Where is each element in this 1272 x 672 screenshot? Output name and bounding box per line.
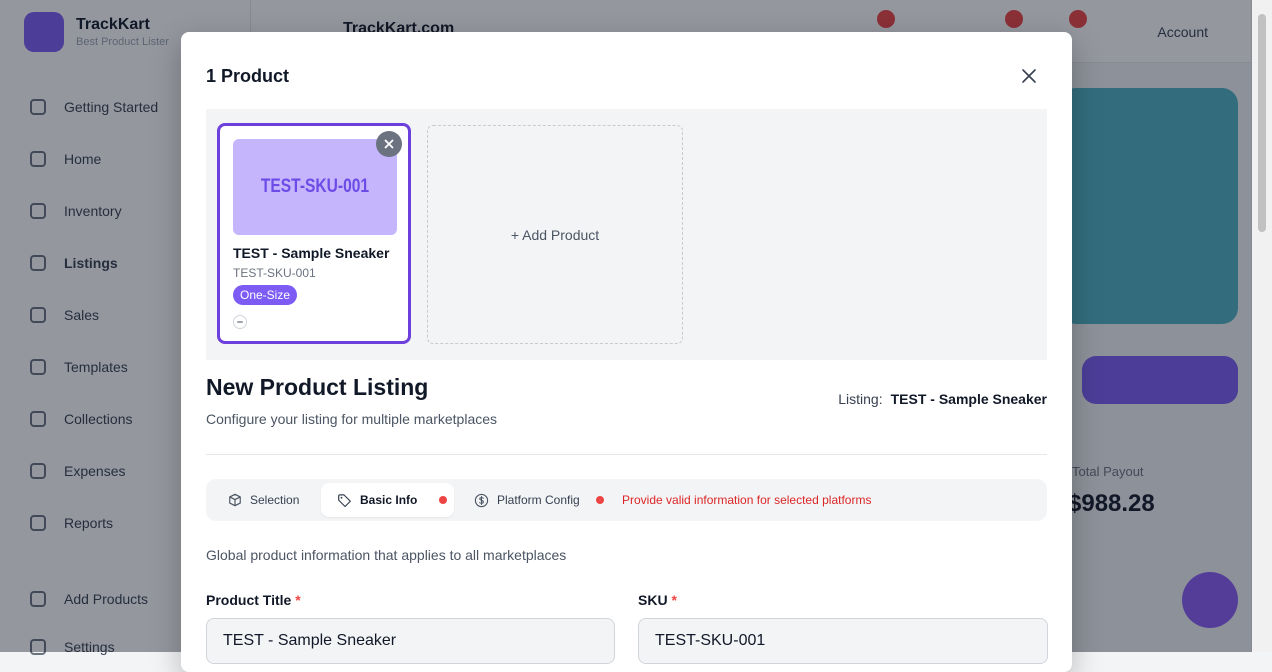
required-mark: *: [671, 592, 677, 608]
platform-logo-icon: [233, 315, 247, 329]
close-icon: [1022, 69, 1036, 83]
divider: [206, 454, 1047, 455]
section-description: Global product information that applies …: [206, 547, 567, 563]
tab-label: Basic Info: [360, 493, 418, 507]
product-thumbnail-text: TEST-SKU-001: [260, 176, 370, 197]
page-scrollbar[interactable]: [1251, 0, 1272, 652]
product-listing-modal: 1 Product TEST-SKU-001 TEST - Sample Sne…: [181, 32, 1072, 672]
listing-name-value: TEST - Sample Sneaker: [890, 391, 1047, 407]
tab-label: Selection: [250, 493, 300, 507]
listing-tabs: Selection Basic Info Platform Config Pro…: [206, 479, 1047, 521]
tab-error-dot: [595, 496, 604, 504]
size-badge: One-Size: [233, 285, 298, 305]
tab-error-message: Provide valid information for selected p…: [622, 493, 872, 507]
product-thumbnail: TEST-SKU-001: [233, 139, 397, 235]
product-title-input[interactable]: [206, 618, 615, 664]
tab-platform-config[interactable]: Platform Config: [474, 483, 604, 517]
sku-label-text: SKU: [638, 592, 668, 608]
close-icon: [384, 139, 394, 149]
required-mark: *: [295, 592, 301, 608]
listing-subheading: Configure your listing for multiple mark…: [206, 411, 498, 427]
listing-name-label: Listing:: [838, 391, 883, 407]
scrollbar-thumb[interactable]: [1258, 14, 1266, 232]
box-icon: [229, 493, 241, 507]
product-title-label-text: Product Title: [206, 592, 292, 608]
add-product-button[interactable]: + Add Product: [427, 125, 683, 344]
sku-label: SKU *: [638, 592, 677, 608]
tab-basic-info[interactable]: Basic Info: [321, 483, 454, 517]
product-sku: TEST-SKU-001: [233, 266, 316, 280]
tab-error-dot: [439, 496, 448, 504]
listing-name-display: Listing: TEST - Sample Sneaker: [838, 391, 1047, 407]
product-name: TEST - Sample Sneaker: [233, 245, 390, 261]
selected-products-area: TEST-SKU-001 TEST - Sample Sneaker TEST-…: [206, 109, 1047, 360]
product-title-label: Product Title *: [206, 592, 301, 608]
product-card[interactable]: TEST-SKU-001 TEST - Sample Sneaker TEST-…: [217, 123, 411, 344]
tag-icon: [338, 493, 351, 507]
close-modal-button[interactable]: [1017, 64, 1041, 88]
sku-input[interactable]: [638, 618, 1048, 664]
tab-selection[interactable]: Selection: [218, 483, 309, 517]
dollar-icon: [474, 493, 489, 507]
listing-heading: New Product Listing: [206, 374, 429, 400]
modal-title: 1 Product: [206, 66, 290, 86]
remove-product-button[interactable]: [376, 131, 402, 157]
tab-label: Platform Config: [497, 493, 580, 507]
